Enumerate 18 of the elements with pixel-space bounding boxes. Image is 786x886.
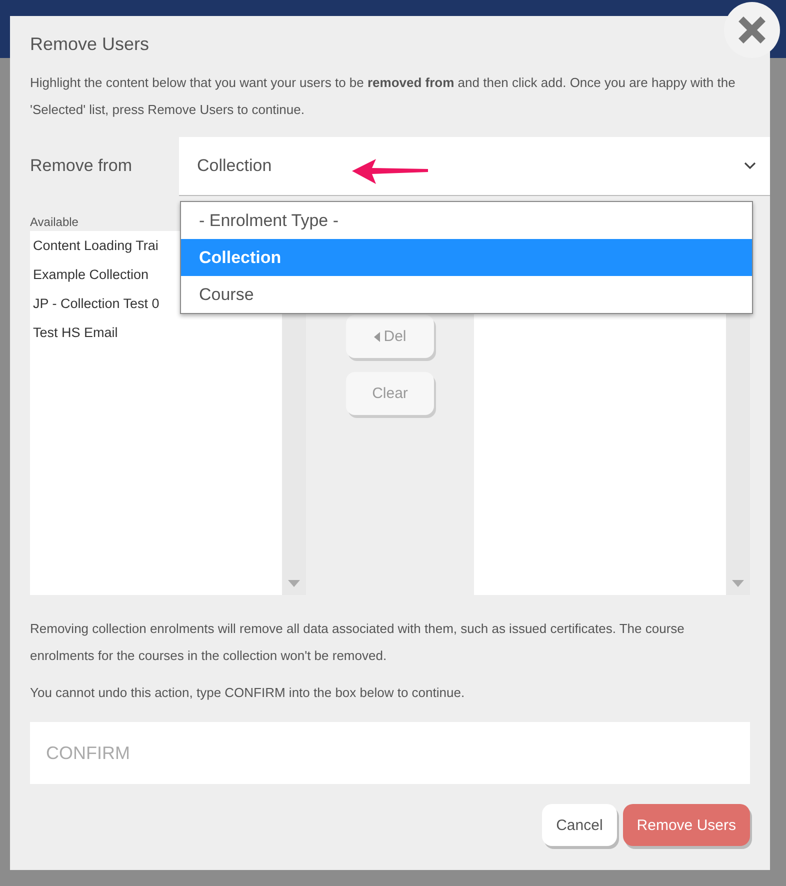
dropdown-option[interactable]: Course: [181, 276, 752, 313]
dialog-title: Remove Users: [30, 34, 150, 55]
chevron-icon: [744, 162, 756, 170]
hint-text: You cannot undo this action, type CONFIRM into the box below to continue.: [30, 684, 466, 702]
select-field[interactable]: Collection: [179, 137, 770, 195]
close-icon: [737, 15, 767, 45]
list-item[interactable]: Test HS Email: [30, 322, 282, 351]
cancel-button[interactable]: Cancel: [542, 804, 617, 846]
list-label: Available: [30, 215, 78, 229]
scroll-down-icon: [288, 580, 300, 587]
confirm-field[interactable]: CONFIRM: [30, 722, 750, 784]
scroll-down-icon: [732, 580, 744, 587]
intro-text: Highlight the content below that you want your users to be removed from and then click add. Once you are happy with the 'Selected' list, press Remove Users to continue.: [30, 74, 736, 119]
field-label: Remove from: [30, 156, 134, 176]
warning-text: Removing collection enrolments will remove all data associated with them, such as issued certificates. The course enrolments for the courses in the collection won't be removed.: [30, 620, 686, 665]
caret-left-icon: [374, 332, 380, 342]
arrow-icon: [350, 157, 430, 187]
dropdown-option[interactable]: - Enrolment Type -: [181, 202, 752, 239]
